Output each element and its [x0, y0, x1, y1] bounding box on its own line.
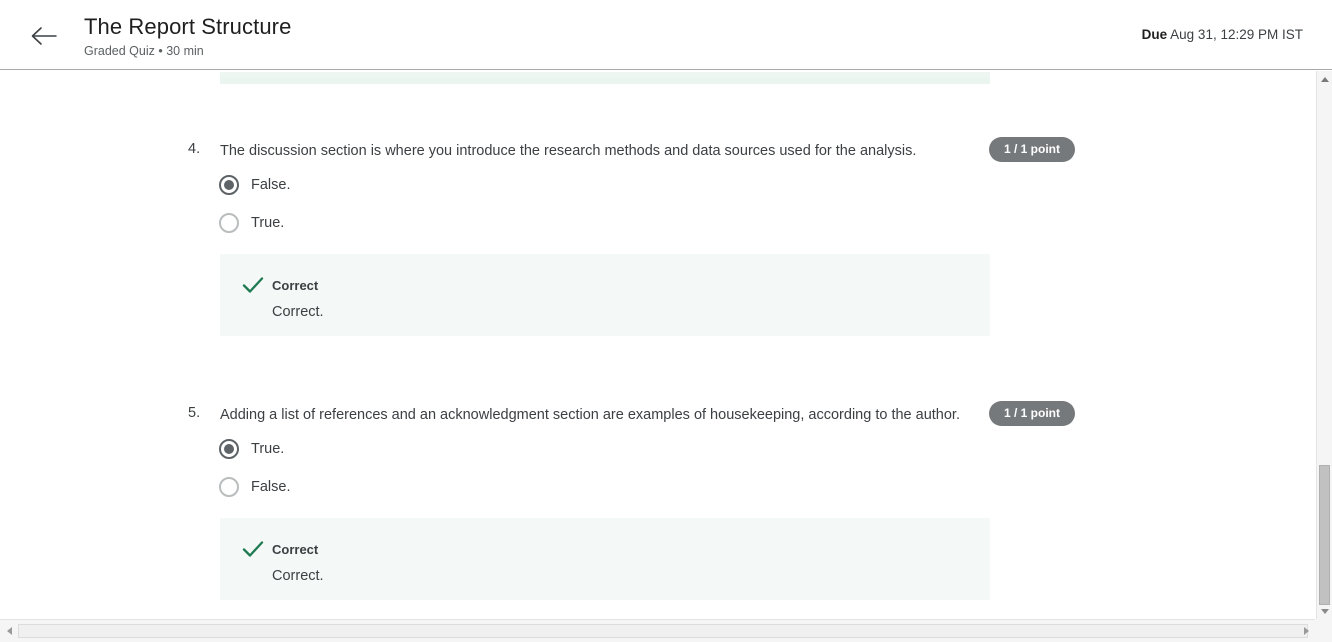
due-date: Due Aug 31, 12:29 PM IST — [1142, 27, 1303, 42]
scrollbar-corner — [1315, 619, 1332, 642]
answer-option[interactable]: True. — [0, 435, 1316, 473]
answer-option-label: False. — [251, 177, 291, 193]
horizontal-scrollbar-thumb[interactable] — [18, 624, 1308, 638]
arrow-left-icon — [31, 27, 57, 45]
question-text: Adding a list of references and an ackno… — [220, 407, 960, 423]
vertical-scrollbar-thumb[interactable] — [1319, 465, 1330, 605]
answer-options: False. True. — [0, 171, 1316, 247]
quiz-header: The Report Structure Graded Quiz • 30 mi… — [0, 0, 1332, 70]
previous-question-feedback-band — [220, 77, 990, 84]
check-icon — [242, 541, 264, 557]
due-label: Due — [1141, 27, 1168, 42]
question-number: 5. — [188, 405, 201, 421]
page-title: The Report Structure — [84, 14, 292, 39]
points-badge: 1 / 1 point — [989, 137, 1076, 162]
radio-button-selected[interactable] — [219, 175, 239, 195]
triangle-up-icon — [1320, 76, 1329, 82]
radio-button[interactable] — [219, 213, 239, 233]
answer-option[interactable]: False. — [0, 171, 1316, 209]
answer-option-label: True. — [251, 215, 285, 231]
triangle-right-icon — [1303, 627, 1309, 635]
check-icon — [242, 277, 264, 293]
scroll-down-button[interactable] — [1317, 603, 1332, 619]
question-block: 5. Adding a list of references and an ac… — [0, 401, 1316, 600]
triangle-down-icon — [1320, 608, 1329, 614]
scroll-right-button[interactable] — [1298, 623, 1314, 639]
feedback-title: Correct — [272, 278, 319, 293]
points-badge: 1 / 1 point — [989, 401, 1076, 426]
scroll-up-button[interactable] — [1317, 71, 1332, 87]
radio-button-selected[interactable] — [219, 439, 239, 459]
answer-option-label: False. — [251, 479, 291, 495]
answer-option[interactable]: True. — [0, 209, 1316, 247]
feedback-title: Correct — [272, 542, 319, 557]
answer-option-label: True. — [251, 441, 285, 457]
header-title-group: The Report Structure Graded Quiz • 30 mi… — [84, 13, 291, 60]
answer-options: True. False. — [0, 435, 1316, 511]
question-text: The discussion section is where you intr… — [220, 143, 917, 159]
triangle-left-icon — [6, 627, 12, 635]
previous-question-feedback-partial — [220, 72, 990, 84]
feedback-box: Correct Correct. — [220, 254, 990, 336]
radio-button[interactable] — [219, 477, 239, 497]
back-button[interactable] — [26, 20, 62, 52]
due-value: Aug 31, 12:29 PM IST — [1167, 27, 1303, 42]
question-header-row: 4. The discussion section is where you i… — [0, 137, 1316, 169]
feedback-body: Correct. — [272, 568, 324, 584]
question-header-row: 5. Adding a list of references and an ac… — [0, 401, 1316, 433]
quiz-content-scroll-area[interactable]: 4. The discussion section is where you i… — [0, 71, 1316, 619]
quiz-subtitle: Graded Quiz • 30 min — [84, 44, 204, 58]
question-block: 4. The discussion section is where you i… — [0, 137, 1316, 336]
answer-option[interactable]: False. — [0, 473, 1316, 511]
question-number: 4. — [188, 141, 201, 157]
feedback-box: Correct Correct. — [220, 518, 990, 600]
feedback-body: Correct. — [272, 304, 324, 320]
vertical-scrollbar[interactable] — [1316, 71, 1332, 619]
scroll-left-button[interactable] — [1, 623, 17, 639]
horizontal-scrollbar[interactable] — [0, 619, 1332, 642]
